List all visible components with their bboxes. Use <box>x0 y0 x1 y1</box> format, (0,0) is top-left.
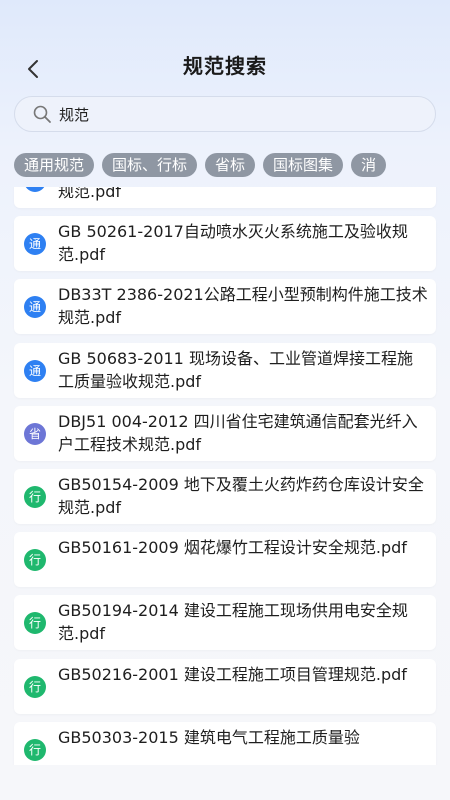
type-badge: 行 <box>24 485 46 508</box>
search-input[interactable] <box>59 105 399 123</box>
document-title: GB50194-2014 建设工程施工现场供用电安全规范.pdf <box>58 601 408 644</box>
document-title: 规范.pdf <box>58 187 122 201</box>
list-item[interactable]: 行 GB50161-2009 烟花爆竹工程设计安全规范.pdf <box>14 532 436 588</box>
header: 规范搜索 <box>0 0 450 88</box>
document-title: GB 50261-2017自动喷水灭火系统施工及验收规范.pdf <box>58 222 408 265</box>
list-item[interactable]: 通 DB33T 2386-2021公路工程小型预制构件施工技术规范.pdf <box>14 279 436 335</box>
search-bar[interactable] <box>14 96 436 132</box>
document-title: GB 50683-2011 现场设备、工业管道焊接工程施工质量验收规范.pdf <box>58 348 413 391</box>
document-title: DB33T 2386-2021公路工程小型预制构件施工技术规范.pdf <box>58 285 428 328</box>
type-badge: 行 <box>24 738 46 761</box>
list-item[interactable]: 省 DBJ51 004-2012 四川省住宅建筑通信配套光纤入户工程技术规范.p… <box>14 405 436 461</box>
type-badge: 通 <box>24 359 46 382</box>
type-badge: 省 <box>24 422 46 445</box>
category-tabs: 通用规范 国标、行标 省标 国标图集 消 <box>14 153 450 179</box>
type-badge: 行 <box>24 612 46 635</box>
document-title: GB50161-2009 烟花爆竹工程设计安全规范.pdf <box>58 538 407 558</box>
list-item[interactable]: 通 GB 50683-2011 现场设备、工业管道焊接工程施工质量验收规范.pd… <box>14 342 436 398</box>
type-badge: 通 <box>24 187 46 192</box>
tab-national-industry[interactable]: 国标、行标 <box>102 153 198 177</box>
type-badge: 通 <box>24 233 46 256</box>
tab-general-spec[interactable]: 通用规范 <box>14 153 95 177</box>
results-list[interactable]: 通 规范.pdf 通 GB 50261-2017自动喷水灭火系统施工及验收规范.… <box>0 187 450 765</box>
search-icon <box>31 103 53 125</box>
list-item[interactable]: 行 GB50154-2009 地下及覆土火药炸药仓库设计安全规范.pdf <box>14 468 436 524</box>
list-item[interactable]: 行 GB50194-2014 建设工程施工现场供用电安全规范.pdf <box>14 595 436 651</box>
list-item[interactable]: 通 规范.pdf <box>14 187 436 208</box>
tab-national-atlas[interactable]: 国标图集 <box>263 153 344 177</box>
tab-fire[interactable]: 消 <box>351 153 387 177</box>
list-item[interactable]: 行 GB50216-2001 建设工程施工项目管理规范.pdf <box>14 658 436 714</box>
document-title: GB50154-2009 地下及覆土火药炸药仓库设计安全规范.pdf <box>58 474 424 517</box>
type-badge: 行 <box>24 549 46 572</box>
page-title: 规范搜索 <box>183 54 267 78</box>
document-title: DBJ51 004-2012 四川省住宅建筑通信配套光纤入户工程技术规范.pdf <box>58 411 418 454</box>
list-item[interactable]: 通 GB 50261-2017自动喷水灭火系统施工及验收规范.pdf <box>14 216 436 272</box>
document-title: GB50303-2015 建筑电气工程施工质量验 <box>58 727 360 747</box>
document-title: GB50216-2001 建设工程施工项目管理规范.pdf <box>58 664 407 684</box>
tab-provincial[interactable]: 省标 <box>205 153 256 177</box>
type-badge: 行 <box>24 675 46 698</box>
type-badge: 通 <box>24 296 46 319</box>
list-item[interactable]: 行 GB50303-2015 建筑电气工程施工质量验 <box>14 721 436 765</box>
